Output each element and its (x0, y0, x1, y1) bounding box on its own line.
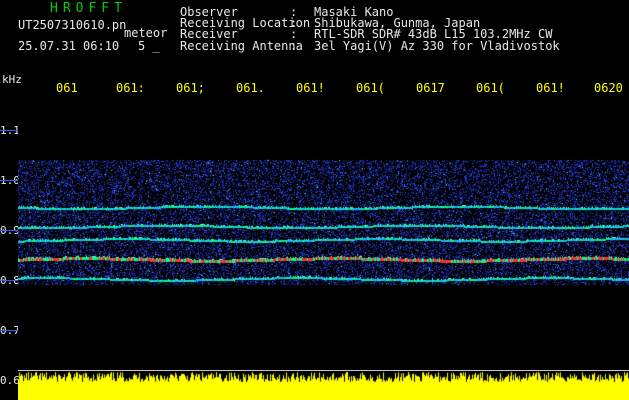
app-title: HROFFT (50, 1, 127, 16)
time-label: 061( (476, 81, 505, 95)
antenna-value: 3el Yagi(V) Az 330 for Vladivostok (314, 39, 560, 53)
file-number: 5 _ (138, 39, 160, 53)
y-tick (0, 280, 18, 281)
time-label: 061; (176, 81, 205, 95)
time-label: 061! (296, 81, 325, 95)
file-name: UT2507310610.pn (18, 18, 127, 32)
y-tick (0, 180, 18, 181)
y-tick (0, 330, 18, 331)
spectrogram[interactable] (18, 95, 629, 370)
time-label: 0620 (594, 81, 623, 95)
time-label: 061! (536, 81, 565, 95)
y-axis-unit: kHz (2, 73, 22, 86)
date-time: 25.07.31 06:10 (18, 39, 120, 53)
y-label: 0.6 (0, 374, 20, 387)
signal-level-bars (18, 371, 629, 400)
y-tick (0, 230, 18, 231)
time-label: 061. (236, 81, 265, 95)
time-label: 061 (56, 81, 78, 95)
colon-sep: : (290, 39, 298, 53)
antenna-label: Receiving Antenna (180, 39, 303, 53)
time-label: 061: (116, 81, 145, 95)
y-tick (0, 130, 18, 131)
mode-label: meteor (124, 26, 168, 40)
time-label: 0617 (416, 81, 445, 95)
time-label: 061( (356, 81, 385, 95)
